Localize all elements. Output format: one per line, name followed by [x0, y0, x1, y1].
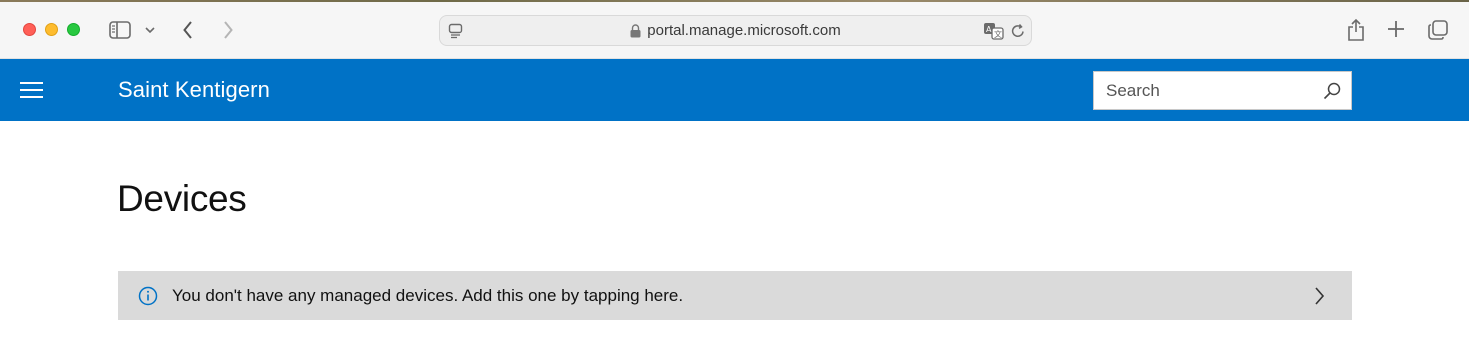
- lock-icon: [630, 23, 641, 38]
- info-icon: [138, 286, 158, 306]
- reload-icon[interactable]: [1009, 22, 1027, 40]
- translate-icon[interactable]: A 文: [983, 21, 1005, 41]
- sidebar-icon[interactable]: [108, 19, 132, 40]
- url-text: portal.manage.microsoft.com: [647, 22, 841, 39]
- search-box: [1093, 71, 1352, 110]
- add-device-notice[interactable]: You don't have any managed devices. Add …: [118, 271, 1352, 320]
- search-icon[interactable]: [1321, 80, 1343, 102]
- close-window-button[interactable]: [23, 23, 36, 36]
- zoom-window-button[interactable]: [67, 23, 80, 36]
- share-icon[interactable]: [1345, 17, 1367, 43]
- hamburger-icon[interactable]: [20, 82, 43, 98]
- address-bar[interactable]: portal.manage.microsoft.com A 文: [439, 15, 1032, 46]
- svg-text:文: 文: [994, 29, 1002, 39]
- svg-text:A: A: [986, 25, 992, 34]
- window-top-edge: [0, 0, 1469, 2]
- app-header: Saint Kentigern: [0, 59, 1469, 121]
- tabs-icon[interactable]: [1427, 19, 1449, 41]
- notice-text: You don't have any managed devices. Add …: [172, 285, 684, 305]
- chevron-left-icon[interactable]: [178, 19, 198, 41]
- chevron-down-icon[interactable]: [143, 24, 157, 36]
- search-input[interactable]: [1094, 72, 1314, 109]
- organization-name[interactable]: Saint Kentigern: [118, 77, 270, 103]
- browser-toolbar: portal.manage.microsoft.com A 文: [0, 0, 1469, 59]
- chevron-right-icon[interactable]: [218, 19, 238, 41]
- page-title: Devices: [117, 178, 247, 219]
- plus-icon[interactable]: [1386, 19, 1406, 39]
- minimize-window-button[interactable]: [45, 23, 58, 36]
- chevron-right-icon[interactable]: [1310, 286, 1330, 306]
